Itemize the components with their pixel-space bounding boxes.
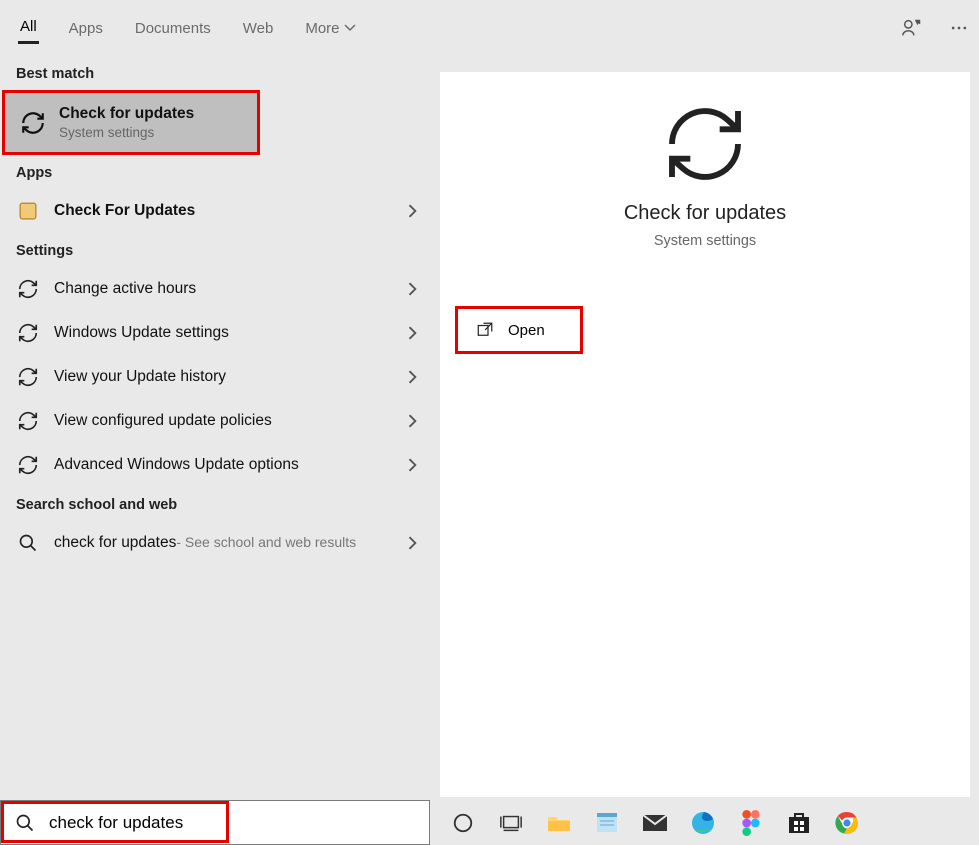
best-match-title: Check for updates — [59, 105, 245, 123]
chevron-down-icon — [344, 22, 356, 34]
notepad-icon[interactable] — [594, 810, 620, 836]
settings-item-title: Advanced Windows Update options — [54, 456, 408, 474]
more-options-icon[interactable] — [949, 18, 969, 38]
figma-icon[interactable] — [738, 810, 764, 836]
search-icon — [14, 529, 42, 557]
tab-apps[interactable]: Apps — [67, 14, 105, 43]
tab-more[interactable]: More — [303, 14, 357, 43]
refresh-icon — [14, 451, 42, 479]
settings-item-title: View your Update history — [54, 368, 408, 386]
chevron-right-icon — [408, 282, 418, 296]
apps-result-check-for-updates[interactable]: Check For Updates — [0, 189, 430, 233]
tab-more-label: More — [305, 20, 339, 37]
web-result-check-for-updates[interactable]: check for updates - See school and web r… — [0, 521, 430, 565]
apps-result-title: Check For Updates — [54, 202, 408, 220]
refresh-icon — [14, 407, 42, 435]
cortana-icon[interactable] — [450, 810, 476, 836]
refresh-icon — [14, 363, 42, 391]
preview-pane: Check for updates System settings — [440, 72, 970, 797]
search-results-panel: All Apps Documents Web More Best match C… — [0, 0, 430, 800]
app-generic-icon — [14, 197, 42, 225]
section-settings-label: Settings — [0, 233, 430, 267]
edge-icon[interactable] — [690, 810, 716, 836]
preview-subtitle: System settings — [654, 233, 756, 249]
refresh-icon — [14, 319, 42, 347]
chevron-right-icon — [408, 414, 418, 428]
section-best-match-label: Best match — [0, 56, 430, 90]
microsoft-store-icon[interactable] — [786, 810, 812, 836]
open-icon — [476, 321, 494, 339]
taskbar-search-box[interactable] — [0, 800, 430, 845]
feedback-icon[interactable] — [901, 17, 923, 39]
tab-all[interactable]: All — [18, 12, 39, 44]
refresh-icon — [14, 275, 42, 303]
best-match-subtitle: System settings — [59, 125, 245, 140]
settings-windows-update-settings[interactable]: Windows Update settings — [0, 311, 430, 355]
search-panel-top-right — [901, 0, 969, 56]
chevron-right-icon — [408, 204, 418, 218]
search-input[interactable] — [49, 813, 415, 833]
settings-view-configured-update-policies[interactable]: View configured update policies — [0, 399, 430, 443]
web-result-suffix: - See school and web results — [176, 534, 356, 550]
section-web-label: Search school and web — [0, 487, 430, 521]
chevron-right-icon — [408, 458, 418, 472]
file-explorer-icon[interactable] — [546, 810, 572, 836]
chrome-icon[interactable] — [834, 810, 860, 836]
open-button-label: Open — [508, 322, 545, 339]
taskbar — [430, 800, 979, 845]
mail-icon[interactable] — [642, 810, 668, 836]
settings-view-update-history[interactable]: View your Update history — [0, 355, 430, 399]
settings-item-title: Change active hours — [54, 280, 408, 298]
chevron-right-icon — [408, 536, 418, 550]
web-result-title: check for updates — [54, 534, 176, 552]
preview-title: Check for updates — [624, 202, 786, 225]
refresh-icon — [19, 109, 47, 137]
task-view-icon[interactable] — [498, 810, 524, 836]
search-tabs: All Apps Documents Web More — [0, 0, 430, 56]
open-button[interactable]: Open — [455, 306, 583, 354]
search-icon — [15, 813, 35, 833]
settings-change-active-hours[interactable]: Change active hours — [0, 267, 430, 311]
section-apps-label: Apps — [0, 155, 430, 189]
chevron-right-icon — [408, 326, 418, 340]
settings-item-title: View configured update policies — [54, 412, 408, 430]
tab-documents[interactable]: Documents — [133, 14, 213, 43]
settings-item-title: Windows Update settings — [54, 324, 408, 342]
settings-advanced-windows-update-options[interactable]: Advanced Windows Update options — [0, 443, 430, 487]
tab-web[interactable]: Web — [241, 14, 276, 43]
chevron-right-icon — [408, 370, 418, 384]
best-match-result[interactable]: Check for updates System settings — [2, 90, 260, 155]
refresh-icon-large — [661, 100, 749, 188]
